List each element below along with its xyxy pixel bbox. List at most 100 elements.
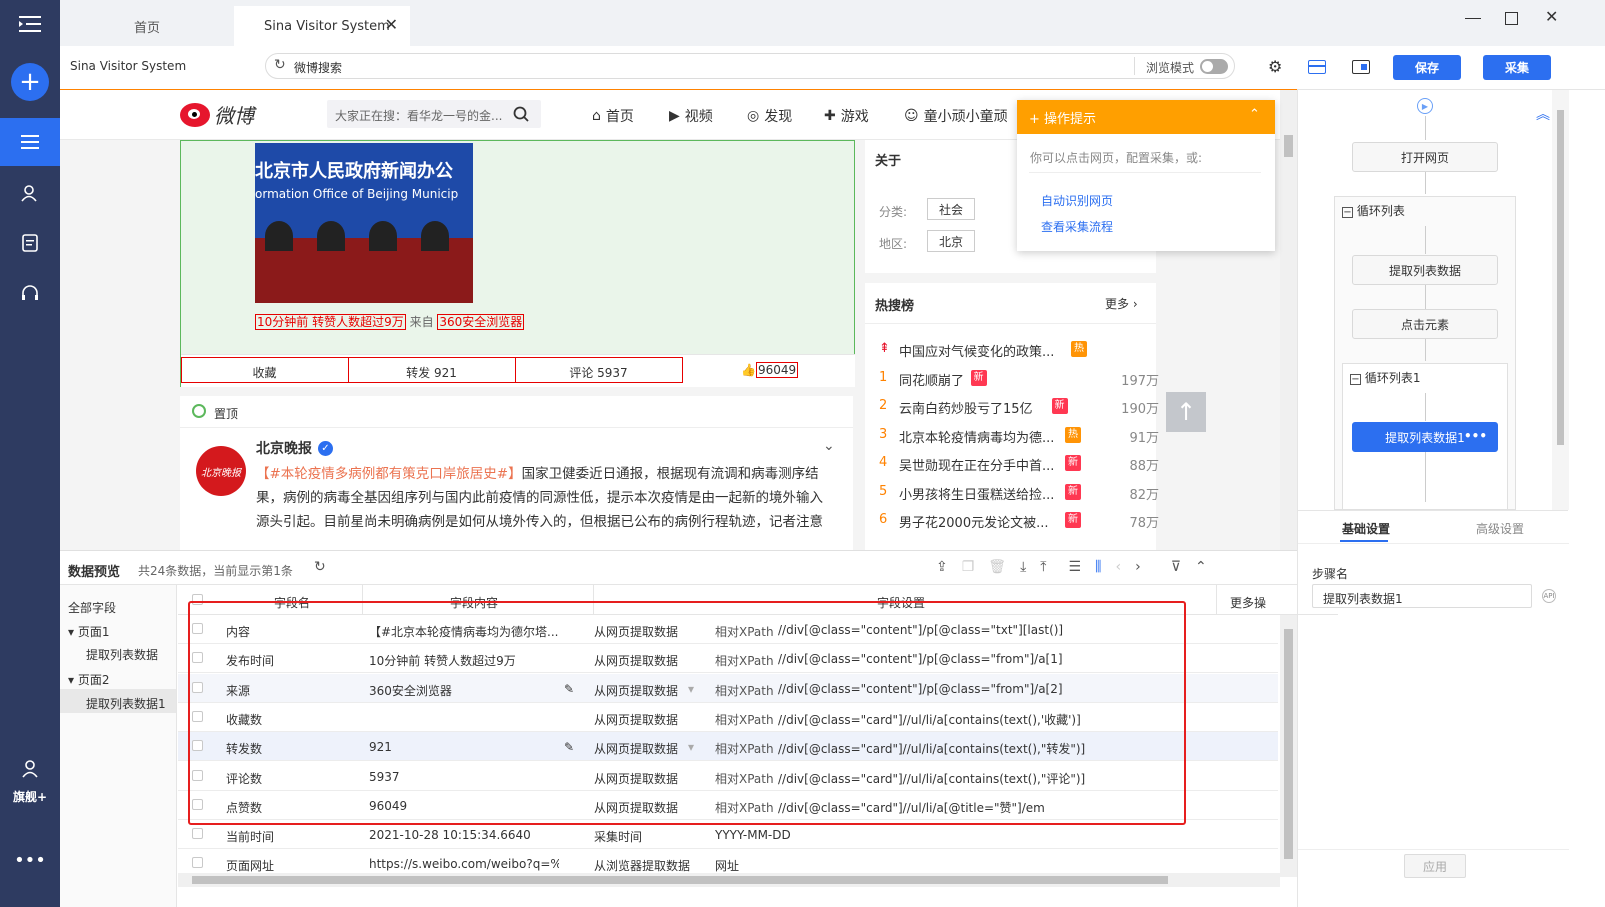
flow-loop-list[interactable]: − 循环列表 <box>1342 202 1405 219</box>
new-task-button[interactable]: + <box>0 62 60 102</box>
post-actions: 收藏 转发 921 评论 5937 👍 96049 <box>181 354 855 387</box>
gear-icon[interactable]: ⚙ <box>1268 57 1282 76</box>
hot-search-item[interactable]: 1 同花顺崩了新 197万 <box>875 364 1165 392</box>
flow-scrollbar[interactable] <box>1552 90 1569 510</box>
auto-detect-link[interactable]: 自动识别网页 <box>1041 192 1113 209</box>
browse-mode-toggle[interactable] <box>1200 59 1228 74</box>
hot-rank: 2 <box>879 398 888 413</box>
table-row[interactable]: 点赞数 96049 从网页提取数据 相对XPath //div[@class="card… <box>178 791 1278 820</box>
dropdown-icon[interactable]: ▾ <box>688 740 694 754</box>
tab-sina-visitor[interactable]: Sina Visitor System ✕ <box>234 6 410 46</box>
dropdown-icon[interactable]: ▾ <box>688 682 694 696</box>
row-checkbox[interactable] <box>192 710 203 722</box>
cell-content: 2021-10-28 10:15:34.6640 <box>369 828 531 843</box>
url-field[interactable]: ↻ 微博搜索 浏览模式 <box>265 53 1235 79</box>
flow-extract-list[interactable]: 提取列表数据 <box>1352 255 1498 285</box>
cell-name: 收藏数 <box>226 712 263 727</box>
row-checkbox[interactable] <box>192 798 203 810</box>
collapse-panel-icon[interactable]: ︽ <box>1536 104 1550 124</box>
favorite-button[interactable]: 收藏 <box>181 364 348 381</box>
step-name-input[interactable]: 提取列表数据1 <box>1312 584 1532 608</box>
collect-button[interactable]: 采集 <box>1483 55 1551 80</box>
weibo-logo[interactable]: 微博 <box>180 100 254 129</box>
save-button[interactable]: 保存 <box>1393 55 1461 80</box>
region-tag[interactable]: 北京 <box>927 230 975 252</box>
table-row[interactable]: 发布时间 10分钟前 转赞人数超过9万 从网页提取数据 相对XPath //div[@c… <box>178 644 1278 674</box>
row-checkbox[interactable] <box>192 740 203 752</box>
repost-button[interactable]: 转发 921 <box>348 364 515 381</box>
tab-home[interactable]: 首页 <box>60 6 234 46</box>
table-row[interactable]: 收藏数 从网页提取数据 相对XPath //div[@class="card"]//u… <box>178 703 1278 732</box>
hot-search-item[interactable]: 5 小男孩将生日蛋糕送给捡... 新 82万 <box>875 478 1165 506</box>
layout-icon[interactable] <box>1308 60 1326 74</box>
table-row[interactable]: 转发数 921 从网页提取数据 相对XPath //div[@class="card"]… <box>178 732 1278 762</box>
row-checkbox[interactable] <box>192 681 203 693</box>
nav-docs[interactable] <box>0 228 60 258</box>
post-source[interactable]: 360安全浏览器 <box>437 314 525 330</box>
cell-type: 从网页提取数据 <box>594 683 679 698</box>
avatar[interactable]: 北京晚报 <box>196 446 246 496</box>
cell-name: 当前时间 <box>226 830 275 845</box>
cell-name: 内容 <box>226 625 251 639</box>
table-row[interactable]: 当前时间 2021-10-28 10:15:34.6640 采集时间 YYYY-MM-… <box>178 820 1278 850</box>
table-h-scrollbar[interactable] <box>178 873 1280 887</box>
weibo-search-input[interactable]: 大家正在搜：看华龙一号的金... <box>327 100 541 128</box>
nav-support[interactable] <box>0 278 60 308</box>
view-flow-link[interactable]: 查看采集流程 <box>1041 218 1113 235</box>
edit-icon[interactable]: ✎ <box>564 740 574 754</box>
table-row[interactable]: 内容 【#北京本轮疫情病毒均为德尔塔... 从网页提取数据 相对XPath //div[… <box>178 615 1278 644</box>
nav-users[interactable] <box>0 178 60 208</box>
tips-header[interactable]: + 操作提示 ⌃ <box>1017 100 1275 134</box>
flow-loop-list1[interactable]: − 循环列表1 <box>1350 369 1420 386</box>
weibo-nav-discover[interactable]: ◎ 发现 <box>747 106 792 126</box>
flow-extract-list1[interactable]: 提取列表数据1 ••• <box>1352 422 1498 452</box>
browser-scrollbar[interactable] <box>1280 90 1297 550</box>
api-icon[interactable]: API <box>1542 589 1556 603</box>
comment-button[interactable]: 评论 5937 <box>515 364 682 381</box>
back-to-top-button[interactable]: ↑ <box>1166 392 1206 432</box>
close-icon[interactable]: ✕ <box>385 15 398 34</box>
post-image[interactable]: 北京市人民政府新闻办公 ormation Office of Beijing M… <box>255 143 473 303</box>
weibo-nav-home[interactable]: ⌂ 首页 <box>592 106 634 126</box>
author-name[interactable]: 北京晚报 ✓ <box>256 438 333 458</box>
like-button[interactable]: 👍 96049 <box>741 362 799 378</box>
edit-icon[interactable]: ✎ <box>564 682 574 696</box>
play-icon[interactable]: ▶ <box>1417 98 1433 114</box>
row-checkbox[interactable] <box>192 652 203 664</box>
row-checkbox[interactable] <box>192 623 203 634</box>
hot-text: 同花顺崩了 <box>899 373 965 389</box>
maximize-icon[interactable] <box>1505 12 1518 25</box>
weibo-nav-user[interactable]: ☺ 童小顽小童顽 <box>904 106 1008 126</box>
flow-open-page[interactable]: 打开网页 <box>1352 142 1498 172</box>
row-checkbox[interactable] <box>192 857 203 869</box>
refresh-icon[interactable]: ↻ <box>274 57 286 73</box>
table-row[interactable]: 评论数 5937 从网页提取数据 相对XPath //div[@class="card"… <box>178 762 1278 791</box>
post-card[interactable]: 置顶 北京晚报 北京晚报 ✓ ⌄ 【#本轮疫情多病例都有策克口岸旅居史#】国家卫健… <box>180 396 853 550</box>
window-close-icon[interactable]: ✕ <box>1545 7 1558 26</box>
menu-toggle-icon[interactable] <box>0 8 60 40</box>
window-icon[interactable] <box>1352 60 1370 74</box>
tab-advanced-settings[interactable]: 高级设置 <box>1476 520 1524 537</box>
apply-button[interactable]: 应用 <box>1404 854 1466 878</box>
flow-click-element[interactable]: 点击元素 <box>1352 309 1498 339</box>
weibo-nav-video[interactable]: ▶ 视频 <box>669 106 713 126</box>
search-icon[interactable] <box>513 106 529 122</box>
nav-task-list[interactable] <box>0 118 60 166</box>
hot-search-item[interactable]: 6 男子花2000元发论文被... 新 78万 <box>875 506 1165 534</box>
tab-basic-settings[interactable]: 基础设置 <box>1342 520 1390 537</box>
row-checkbox[interactable] <box>192 769 203 781</box>
hot-search-item[interactable]: 4 吴世勋现在正在分手中首... 新 88万 <box>875 449 1165 477</box>
row-checkbox[interactable] <box>192 828 203 840</box>
weibo-nav-game[interactable]: ✚ 游戏 <box>824 106 869 126</box>
hot-search-item[interactable]: 3 北京本轮疫情病毒均为德... 热 91万 <box>875 421 1165 449</box>
hot-search-item[interactable]: ⇞ 中国应对气候变化的政策... 热 <box>875 335 1165 363</box>
chevron-down-icon[interactable]: ⌄ <box>823 438 835 454</box>
table-row[interactable]: 来源 360安全浏览器 从网页提取数据 相对XPath //div[@class="co… <box>178 673 1278 703</box>
hot-more-link[interactable]: 更多 › <box>1105 295 1138 312</box>
category-tag[interactable]: 社会 <box>927 198 975 220</box>
post-time[interactable]: 10分钟前 转赞人数超过9万 <box>255 314 406 330</box>
post-card-selected[interactable]: 北京市人民政府新闻办公 ormation Office of Beijing M… <box>180 140 855 387</box>
minimize-icon[interactable] <box>1465 10 1481 26</box>
table-scrollbar[interactable] <box>1280 615 1297 877</box>
hot-search-item[interactable]: 2 云南白药炒股亏了15亿 新 190万 <box>875 392 1165 420</box>
